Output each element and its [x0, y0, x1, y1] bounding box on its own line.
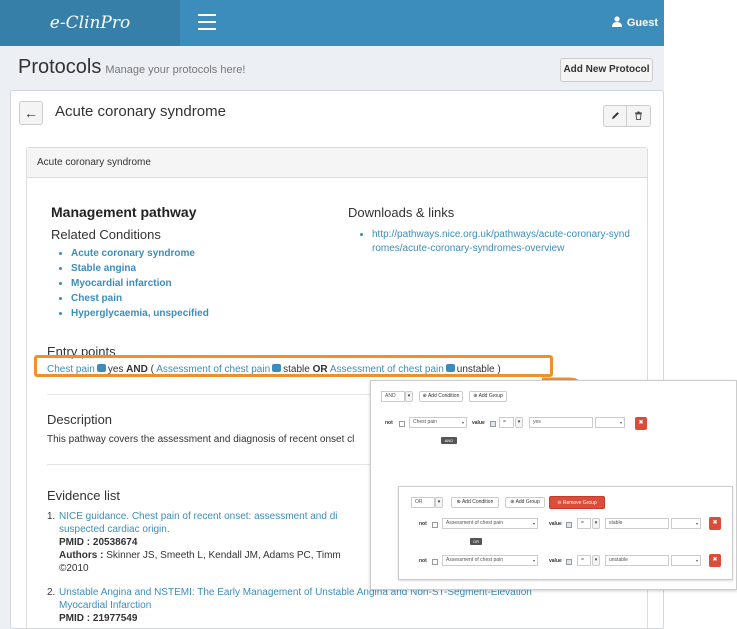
downloads-heading: Downloads & links	[348, 205, 455, 220]
condition-link[interactable]: Myocardial infarction	[71, 276, 209, 291]
delete-button[interactable]	[627, 105, 651, 127]
nested-rule-group: OR ▾ ⊕ Add Condition ⊕ Add Group ⊖ Remov…	[398, 486, 733, 580]
page-title: Protocols Manage your protocols here!	[18, 56, 246, 78]
field-select[interactable]: Assessment of chest pain ▾	[442, 555, 538, 566]
evidence-number: 2.	[47, 587, 56, 598]
entry-points-highlight	[34, 355, 553, 377]
download-link[interactable]: http://pathways.nice.org.uk/pathways/acu…	[372, 228, 632, 256]
user-name: Guest	[626, 17, 658, 29]
operator-select[interactable]: =	[577, 555, 591, 566]
value-checkbox[interactable]	[566, 559, 572, 565]
select-caret[interactable]: ▾	[592, 518, 600, 529]
value-input[interactable]: unstable	[605, 555, 669, 566]
description-text: This pathway covers the assessment and d…	[47, 434, 355, 445]
protocol-title: Acute coronary syndrome	[55, 103, 226, 120]
menu-toggle-icon[interactable]	[198, 14, 216, 30]
field-select[interactable]: Chest pain ▾	[409, 417, 467, 428]
not-label: not	[385, 420, 393, 426]
value-select[interactable]: ▾	[671, 555, 701, 566]
operator-select[interactable]: =	[499, 417, 514, 428]
select-caret[interactable]: ▾	[515, 417, 523, 428]
select-caret[interactable]: ▾	[592, 555, 600, 566]
condition-link[interactable]: Chest pain	[71, 291, 209, 306]
user-icon	[611, 16, 622, 27]
evidence-heading: Evidence list	[47, 488, 120, 503]
query-builder-popup: AND ▾ ⊕ Add Condition ⊕ Add Group not Ch…	[370, 380, 737, 590]
group-condition-select[interactable]: OR	[411, 497, 435, 508]
value-input[interactable]: yes	[529, 417, 593, 428]
not-label: not	[419, 558, 427, 564]
join-chip: OR	[470, 538, 482, 545]
value-input[interactable]: stable	[605, 518, 669, 529]
delete-rule-button[interactable]: ✖	[635, 417, 647, 430]
operator-select[interactable]: =	[577, 518, 591, 529]
evidence-pmid: PMID : 21977549	[59, 613, 138, 624]
group-condition-select[interactable]: AND	[381, 391, 405, 402]
top-navbar: e-ClinPro Guest	[0, 0, 664, 46]
select-caret[interactable]: ▾	[405, 391, 413, 402]
evidence-item: 2. Unstable Angina and NSTEMI: The Early…	[47, 586, 627, 629]
delete-rule-button[interactable]: ✖	[709, 517, 721, 530]
join-chip: AND	[441, 437, 457, 444]
related-conditions-list: Acute coronary syndrome Stable angina My…	[71, 246, 209, 321]
value-select[interactable]: ▾	[671, 518, 701, 529]
app-logo[interactable]: e-ClinPro	[0, 0, 180, 46]
value-label: value	[472, 420, 485, 426]
delete-rule-button[interactable]: ✖	[709, 554, 721, 567]
add-condition-button[interactable]: ⊕ Add Condition	[419, 391, 463, 402]
value-checkbox[interactable]	[490, 421, 496, 427]
value-label: value	[549, 521, 562, 527]
field-select[interactable]: Assessment of chest pain ▾	[442, 518, 538, 529]
trash-icon	[635, 111, 642, 120]
remove-group-button[interactable]: ⊖ Remove Group	[549, 496, 605, 509]
card-header: Acute coronary syndrome	[27, 148, 647, 178]
select-caret[interactable]: ▾	[435, 497, 443, 508]
not-checkbox[interactable]	[432, 522, 438, 528]
edit-button[interactable]	[603, 105, 627, 127]
related-conditions-heading: Related Conditions	[51, 227, 161, 242]
condition-link[interactable]: Stable angina	[71, 261, 209, 276]
not-checkbox[interactable]	[432, 559, 438, 565]
user-menu[interactable]: Guest	[611, 0, 658, 46]
value-checkbox[interactable]	[566, 522, 572, 528]
evidence-title-link[interactable]: Myocardial Infarction	[59, 599, 619, 612]
links-list: http://pathways.nice.org.uk/pathways/acu…	[372, 228, 632, 256]
back-arrow-icon[interactable]: ←	[19, 101, 43, 125]
value-select[interactable]: ▾	[595, 417, 625, 428]
page-header: Protocols Manage your protocols here! Add…	[0, 52, 664, 88]
add-group-button[interactable]: ⊕ Add Group	[469, 391, 507, 402]
not-checkbox[interactable]	[399, 421, 405, 427]
not-label: not	[419, 521, 427, 527]
condition-link[interactable]: Acute coronary syndrome	[71, 246, 209, 261]
page-subtitle: Manage your protocols here!	[105, 64, 246, 76]
condition-link[interactable]: Hyperglycaemia, unspecified	[71, 306, 209, 321]
value-label: value	[549, 558, 562, 564]
pencil-icon	[611, 112, 619, 119]
add-group-button[interactable]: ⊕ Add Group	[505, 497, 545, 508]
evidence-number: 1.	[47, 511, 56, 522]
add-condition-button[interactable]: ⊕ Add Condition	[451, 497, 499, 508]
description-heading: Description	[47, 412, 113, 427]
management-heading: Management pathway	[51, 204, 197, 220]
add-new-protocol-button[interactable]: Add New Protocol	[560, 58, 653, 82]
